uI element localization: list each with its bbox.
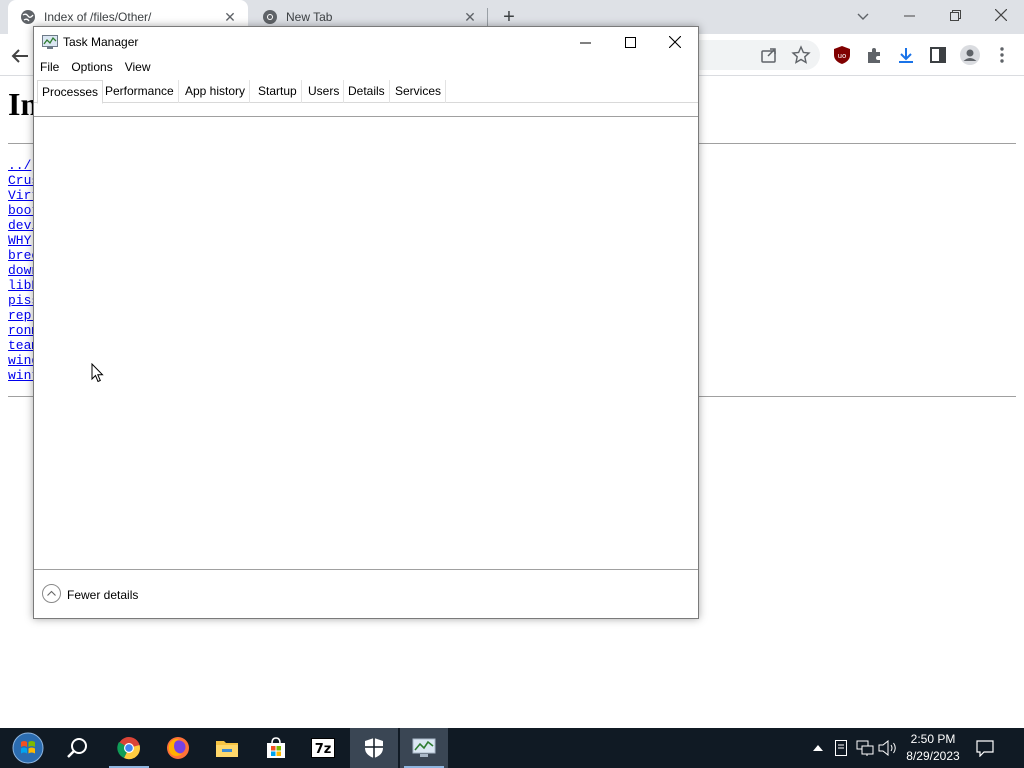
menu-options[interactable]: Options xyxy=(65,57,118,77)
task-manager-titlebar[interactable]: Task Manager xyxy=(34,27,698,57)
browser-restore-button[interactable] xyxy=(932,0,978,30)
search-icon[interactable] xyxy=(54,728,102,768)
browser-menu-icon[interactable] xyxy=(991,44,1013,66)
network-icon[interactable] xyxy=(855,738,875,758)
tab-startup[interactable]: Startup xyxy=(254,80,302,103)
tab-processes[interactable]: Processes xyxy=(37,80,104,104)
processes-pane[interactable] xyxy=(34,116,698,570)
ublock-extension-icon[interactable]: uo xyxy=(831,44,853,66)
task-manager-icon[interactable] xyxy=(400,728,448,768)
mouse-cursor-icon xyxy=(91,363,104,383)
fewer-details-link[interactable]: Fewer details xyxy=(67,588,138,602)
notifications-icon[interactable] xyxy=(975,738,995,758)
firefox-icon[interactable] xyxy=(154,728,202,768)
maximize-button[interactable] xyxy=(607,27,653,57)
tab-users[interactable]: Users xyxy=(304,80,345,103)
tab-performance[interactable]: Performance xyxy=(101,80,179,103)
chrome-icon[interactable] xyxy=(105,728,153,768)
back-arrow-icon[interactable] xyxy=(8,44,32,68)
menu-bar: File Options View xyxy=(34,57,157,77)
file-explorer-icon[interactable] xyxy=(203,728,251,768)
svg-text:7z: 7z xyxy=(315,742,332,757)
system-clock[interactable]: 2:50 PM 8/29/2023 xyxy=(900,731,966,765)
taskbar: 7z 2:50 PM 8/29/2023 xyxy=(0,728,1024,768)
window-title: Task Manager xyxy=(63,35,139,49)
tab-app-history[interactable]: App history xyxy=(181,80,251,103)
profile-avatar-icon[interactable] xyxy=(959,44,981,66)
globe-icon xyxy=(21,10,35,24)
extensions-puzzle-icon[interactable] xyxy=(863,44,885,66)
chrome-tab-icon xyxy=(263,10,277,24)
security-icon[interactable] xyxy=(350,728,398,768)
tab-services[interactable]: Services xyxy=(391,80,447,103)
show-hidden-icons-icon[interactable] xyxy=(808,738,828,758)
chevron-up-icon[interactable] xyxy=(42,584,61,603)
new-tab-button[interactable]: + xyxy=(498,6,520,28)
volume-icon[interactable] xyxy=(878,738,898,758)
minimize-button[interactable] xyxy=(562,27,608,57)
task-manager-footer: Fewer details xyxy=(34,571,698,618)
store-icon[interactable] xyxy=(252,728,300,768)
task-manager-window: Task Manager File Options View Processes… xyxy=(33,26,699,619)
close-tab-icon[interactable]: ✕ xyxy=(222,9,238,25)
address-bar[interactable] xyxy=(690,40,820,70)
side-panel-icon[interactable] xyxy=(927,44,949,66)
share-icon[interactable] xyxy=(758,44,780,66)
browser-minimize-button[interactable] xyxy=(886,0,932,30)
clock-date: 8/29/2023 xyxy=(906,749,960,763)
browser-close-button[interactable] xyxy=(978,0,1024,30)
download-icon[interactable] xyxy=(895,44,917,66)
menu-file[interactable]: File xyxy=(34,57,65,77)
tab-search-icon[interactable] xyxy=(852,6,874,28)
tray-app-icon[interactable] xyxy=(831,738,851,758)
svg-text:uo: uo xyxy=(838,52,847,60)
desktop-screen: Index of /files/Other/ ✕ New Tab ✕ + uo … xyxy=(0,0,1024,768)
tab-details[interactable]: Details xyxy=(344,80,390,103)
browser-tab-title: Index of /files/Other/ xyxy=(44,10,152,24)
task-manager-app-icon xyxy=(42,35,58,49)
bookmark-star-icon[interactable] xyxy=(790,44,812,66)
7zip-icon[interactable]: 7z xyxy=(299,728,347,768)
menu-view[interactable]: View xyxy=(119,57,157,77)
close-button[interactable] xyxy=(652,27,698,57)
clock-time: 2:50 PM xyxy=(910,732,956,746)
close-tab-icon[interactable]: ✕ xyxy=(462,9,478,25)
tab-bar: Processes Performance App history Startu… xyxy=(34,80,698,104)
start-icon[interactable] xyxy=(4,728,52,768)
browser-tab-title: New Tab xyxy=(286,10,333,24)
